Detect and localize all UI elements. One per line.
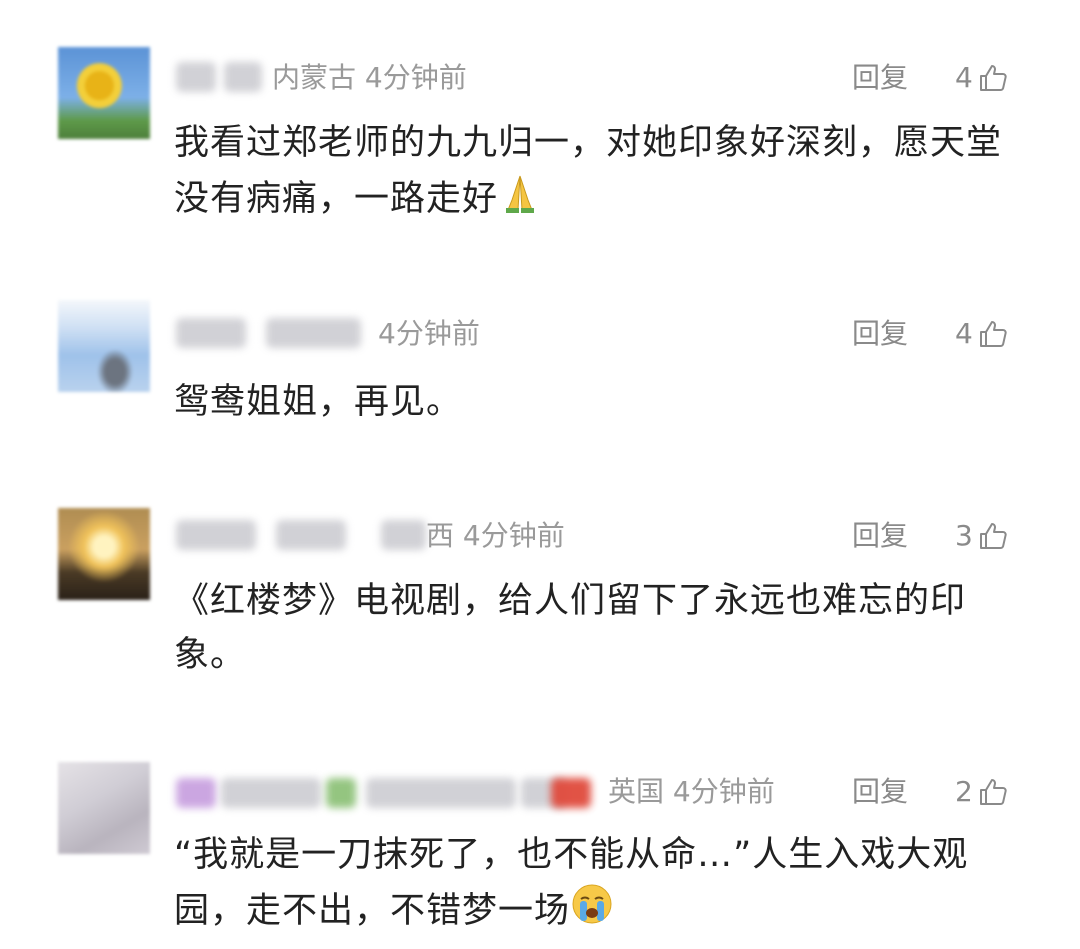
- comment-text: 《红楼梦》电视剧，给人们留下了永远也难忘的印象。: [174, 581, 967, 675]
- username-blurred[interactable]: [176, 62, 266, 92]
- comment-text: “我就是一刀抹死了，也不能从命…”人生入戏大观园，走不出，不错梦一场: [174, 828, 1034, 938]
- avatar[interactable]: [58, 47, 150, 139]
- crying-face-icon: [572, 884, 612, 924]
- comment-meta: 西 4分钟前: [426, 518, 565, 554]
- avatar[interactable]: [58, 508, 150, 600]
- reply-button[interactable]: 回复: [852, 316, 908, 352]
- like-count: 4: [955, 317, 973, 350]
- avatar[interactable]: [58, 300, 150, 392]
- timestamp: 4分钟前: [378, 317, 480, 350]
- timestamp: 4分钟前: [672, 775, 775, 808]
- username-blurred[interactable]: [176, 318, 366, 348]
- username-blurred[interactable]: [176, 778, 596, 808]
- comment-meta: 英国 4分钟前: [608, 774, 775, 810]
- timestamp: 4分钟前: [364, 61, 467, 94]
- like-count: 4: [955, 61, 973, 94]
- thumbs-up-icon: [979, 779, 1007, 805]
- comment-meta: 内蒙古 4分钟前: [272, 60, 467, 96]
- pray-icon: [506, 175, 535, 213]
- like-button[interactable]: 4: [955, 60, 1009, 96]
- avatar[interactable]: [58, 762, 150, 854]
- username-blurred[interactable]: [176, 520, 426, 550]
- comment-text: 鸳鸯姐姐，再见。: [174, 382, 463, 422]
- reply-button[interactable]: 回复: [852, 60, 908, 96]
- like-count: 2: [955, 775, 973, 808]
- reply-button[interactable]: 回复: [852, 774, 908, 810]
- thumbs-up-icon: [979, 523, 1007, 549]
- comment-text: 我看过郑老师的九九归一，对她印象好深刻，愿天堂没有病痛，一路走好: [174, 116, 1034, 226]
- location-label: 内蒙古: [272, 61, 357, 94]
- timestamp: 4分钟前: [462, 519, 565, 552]
- like-button[interactable]: 2: [955, 774, 1009, 810]
- like-button[interactable]: 4: [955, 316, 1009, 352]
- comment-meta: 4分钟前: [378, 316, 480, 352]
- reply-button[interactable]: 回复: [852, 518, 908, 554]
- comment-text-content: 我看过郑老师的九九归一，对她印象好深刻，愿天堂没有病痛，一路走好: [174, 123, 1003, 219]
- like-count: 3: [955, 519, 973, 552]
- location-label: 西: [426, 519, 455, 552]
- like-button[interactable]: 3: [955, 518, 1009, 554]
- location-label: 英国: [608, 775, 665, 808]
- thumbs-up-icon: [979, 321, 1007, 347]
- thumbs-up-icon: [979, 65, 1007, 91]
